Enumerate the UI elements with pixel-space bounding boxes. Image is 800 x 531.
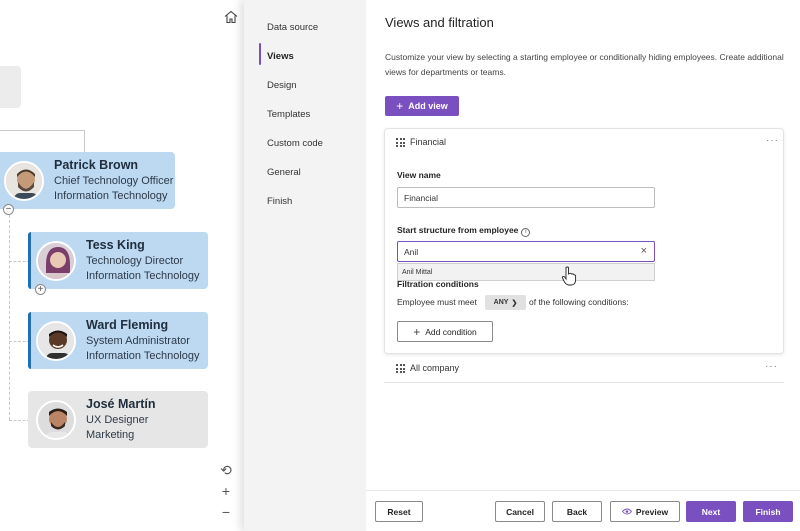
employee-department: Information Technology	[86, 269, 200, 282]
employee-department: Information Technology	[54, 189, 168, 202]
divider	[384, 382, 784, 383]
zoom-in-icon[interactable]: +	[215, 480, 237, 502]
add-view-button[interactable]: + Add view	[385, 96, 459, 116]
info-icon[interactable]: i	[521, 228, 531, 237]
views-panel: Views and filtration Customize your view…	[366, 0, 800, 531]
card-text: Tess King Technology Director Informatio…	[86, 238, 200, 284]
avatar	[36, 399, 76, 440]
employee-name: Ward Fleming	[86, 317, 169, 332]
employee-title: UX Designer	[86, 413, 149, 426]
employee-name: Tess King	[86, 237, 145, 252]
org-card-patrick-brown[interactable]: Patrick Brown Chief Technology Officer I…	[0, 152, 175, 209]
cancel-button[interactable]: Cancel	[495, 501, 545, 522]
zoom-out-icon[interactable]: −	[215, 501, 237, 523]
page-title: Views and filtration	[385, 15, 494, 30]
org-card-tess-king[interactable]: Tess King Technology Director Informatio…	[28, 232, 208, 289]
more-options-icon[interactable]: ···	[765, 361, 778, 372]
back-button[interactable]: Back	[552, 501, 602, 522]
employee-department: Marketing	[86, 428, 135, 441]
condition-suffix: of the following conditions:	[529, 297, 629, 307]
clear-icon[interactable]: ×	[641, 245, 647, 257]
avatar	[4, 160, 44, 201]
nav-item-data-source[interactable]: Data source	[267, 22, 318, 33]
plus-icon: +	[396, 99, 404, 113]
preview-button[interactable]: Preview	[610, 501, 680, 522]
next-button[interactable]: Next	[686, 501, 736, 522]
add-condition-label: Add condition	[425, 326, 477, 337]
view-label[interactable]: All company	[410, 363, 459, 373]
selection-accent	[28, 312, 31, 369]
reset-zoom-icon[interactable]: ⟲	[215, 459, 237, 481]
add-view-label: Add view	[408, 101, 448, 111]
view-name-label: View name	[397, 170, 441, 180]
plus-icon: +	[413, 324, 421, 339]
employee-title: Technology Director	[86, 254, 184, 267]
card-text: José Martín UX Designer Marketing	[86, 397, 155, 443]
employee-title: Chief Technology Officer	[54, 174, 174, 187]
start-employee-label-text: Start structure from employee	[397, 225, 519, 235]
eye-icon	[621, 507, 633, 517]
org-card-ward-fleming[interactable]: Ward Fleming System Administrator Inform…	[28, 312, 208, 369]
footer-bar: Reset Cancel Back Preview Next Finish	[366, 490, 800, 531]
nav-item-finish[interactable]: Finish	[267, 196, 292, 207]
employee-name: José Martín	[86, 396, 156, 411]
chevron-down-icon: ❯	[511, 299, 518, 307]
active-nav-marker	[259, 43, 261, 65]
nav-item-views[interactable]: Views	[267, 51, 294, 62]
view-card-financial: Financial ··· View name Financial Start …	[384, 128, 784, 354]
nav-item-custom-code[interactable]: Custom code	[267, 138, 323, 149]
avatar	[36, 320, 76, 361]
drag-handle-icon[interactable]	[396, 364, 405, 373]
partial-card[interactable]	[0, 66, 21, 108]
org-card-jose-martin[interactable]: José Martín UX Designer Marketing	[28, 391, 208, 448]
connector-line	[9, 341, 30, 342]
connector-line	[0, 130, 84, 131]
preview-label: Preview	[635, 506, 669, 517]
settings-nav: Data source Views Design Templates Custo…	[244, 0, 366, 531]
connector-line	[9, 215, 10, 420]
avatar	[36, 240, 76, 281]
app-root: Patrick Brown Chief Technology Officer I…	[0, 0, 800, 531]
nav-item-general[interactable]: General	[267, 167, 301, 178]
condition-match-value: ANY	[493, 299, 509, 306]
add-condition-button[interactable]: + Add condition	[397, 321, 493, 342]
nav-item-design[interactable]: Design	[267, 80, 297, 91]
condition-match-select[interactable]: ANY ❯	[485, 295, 526, 310]
collapse-toggle[interactable]: −	[3, 204, 14, 215]
page-description: Customize your view by selecting a start…	[385, 52, 784, 77]
connector-line	[84, 130, 85, 152]
home-icon[interactable]	[223, 9, 239, 25]
expand-toggle[interactable]: +	[35, 284, 46, 295]
connector-line	[9, 420, 30, 421]
hand-cursor-icon	[561, 266, 577, 291]
more-options-icon[interactable]: ···	[766, 135, 779, 146]
reset-button[interactable]: Reset	[375, 501, 423, 522]
condition-prefix: Employee must meet	[397, 297, 477, 307]
finish-button[interactable]: Finish	[743, 501, 793, 522]
drag-handle-icon[interactable]	[396, 138, 405, 147]
card-text: Ward Fleming System Administrator Inform…	[86, 318, 200, 364]
start-employee-value: Anil	[404, 246, 419, 257]
start-employee-label: Start structure from employee i	[397, 225, 531, 237]
connector-line	[9, 261, 30, 262]
start-employee-input[interactable]: Anil ×	[397, 241, 655, 262]
view-label[interactable]: Financial	[410, 137, 446, 147]
org-chart-canvas[interactable]: Patrick Brown Chief Technology Officer I…	[0, 0, 244, 531]
selection-accent	[28, 232, 31, 289]
employee-department: Information Technology	[86, 349, 200, 362]
employee-title: System Administrator	[86, 334, 190, 347]
view-name-input[interactable]: Financial	[397, 187, 655, 208]
filtration-conditions-label: Filtration conditions	[397, 279, 479, 289]
employee-name: Patrick Brown	[54, 157, 139, 172]
card-text: Patrick Brown Chief Technology Officer I…	[54, 158, 173, 204]
nav-item-templates[interactable]: Templates	[267, 109, 310, 120]
